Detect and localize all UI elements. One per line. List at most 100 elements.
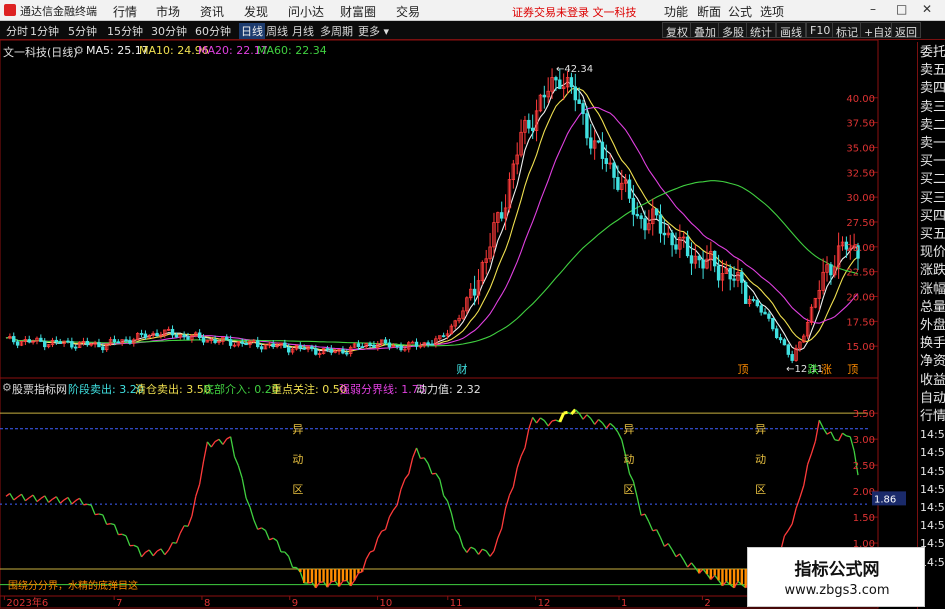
tab-daily[interactable]: 日线: [239, 23, 265, 39]
sidebar-item[interactable]: 14:50: [920, 483, 945, 497]
sidebar-item[interactable]: 外盘: [920, 319, 945, 333]
sidebar-item[interactable]: 14:50: [920, 519, 945, 533]
sidebar-item[interactable]: 涨幅: [920, 282, 945, 297]
candle-body: [654, 208, 659, 216]
menu-jiaoyi[interactable]: 交易: [396, 3, 420, 20]
power-segment: [520, 447, 526, 457]
sidebar-item[interactable]: 卖三: [920, 100, 945, 115]
candle-body: [631, 197, 636, 215]
sidebar-item[interactable]: 14:50: [920, 501, 945, 515]
candle-body: [616, 177, 620, 190]
menu-wenxiaoda[interactable]: 问小达: [288, 3, 324, 20]
power-segment: [168, 542, 174, 551]
minimize-button[interactable]: –: [870, 2, 876, 16]
sidebar-item[interactable]: 买三: [920, 191, 945, 206]
sidebar-item[interactable]: 卖一: [920, 137, 945, 151]
sidebar-item[interactable]: 卖五: [920, 64, 945, 78]
tab-multi-period[interactable]: 多周期: [320, 23, 353, 39]
candle-body: [15, 341, 20, 346]
sidebar-item[interactable]: 卖二: [920, 118, 945, 133]
sidebar-item[interactable]: 14:50: [920, 465, 945, 479]
tab-5min[interactable]: 5分钟: [68, 23, 97, 39]
power-segment: [648, 521, 654, 532]
power-segment: [9, 493, 15, 501]
power-segment: [373, 537, 379, 551]
indicator-settings-icon[interactable]: ⚙: [2, 381, 12, 394]
sidebar-item[interactable]: 买一: [920, 155, 945, 169]
menu-gongshi[interactable]: 公式: [728, 3, 752, 20]
sidebar-item[interactable]: 委托: [920, 46, 945, 60]
power-segment: [137, 546, 143, 558]
candle-body: [174, 334, 179, 338]
date-label: 10: [380, 598, 393, 609]
tab-monthly[interactable]: 月线: [292, 23, 314, 39]
sidebar-item[interactable]: 买五: [920, 228, 945, 242]
fuquan-button[interactable]: 复权: [662, 22, 692, 39]
draw-line-button[interactable]: 画线: [776, 22, 806, 39]
sidebar-item[interactable]: 总量: [920, 300, 945, 315]
power-segment: [558, 412, 566, 423]
sidebar-item[interactable]: 收益: [920, 373, 945, 388]
sidebar-item[interactable]: 自动: [920, 391, 945, 406]
power-segment: [423, 457, 429, 464]
sidebar-item[interactable]: 涨跌: [920, 264, 945, 278]
sidebar-item[interactable]: 行情: [920, 410, 945, 424]
power-segment: [288, 556, 294, 568]
candle-body: [441, 335, 446, 338]
tab-more[interactable]: 更多 ▾: [358, 23, 389, 39]
power-segment: [148, 549, 154, 557]
tab-60min[interactable]: 60分钟: [195, 23, 231, 39]
back-button[interactable]: 返回: [891, 22, 921, 39]
kline-chart[interactable]: 40.0037.5035.0032.5030.0027.5025.0022.50…: [0, 40, 917, 609]
statistics-button[interactable]: 统计: [746, 22, 776, 39]
power-segment: [601, 422, 607, 429]
sidebar-item[interactable]: 14:50: [920, 446, 945, 460]
sidebar-item[interactable]: 买四: [920, 209, 945, 224]
menu-duanmian[interactable]: 断面: [697, 3, 721, 20]
tab-1min[interactable]: 1分钟: [30, 23, 59, 39]
sidebar-item[interactable]: 14:50: [920, 428, 945, 442]
sidebar-item[interactable]: 净资: [920, 355, 945, 369]
f10-button[interactable]: F10: [806, 22, 835, 38]
bottom-bar: [736, 569, 740, 582]
tab-weekly[interactable]: 周线: [266, 23, 288, 39]
bottom-bar: [299, 569, 302, 573]
tab-15min[interactable]: 15分钟: [107, 23, 143, 39]
power-segment: [826, 431, 832, 435]
power-segment: [214, 438, 220, 443]
power-segment: [361, 558, 367, 572]
menu-xuanxiang[interactable]: 选项: [760, 3, 784, 20]
candle-body: [612, 162, 616, 178]
menu-hangqing[interactable]: 行情: [113, 3, 137, 20]
sidebar-item[interactable]: 买二: [920, 173, 945, 187]
bottom-bar: [341, 569, 345, 581]
menu-faxian[interactable]: 发现: [244, 3, 268, 20]
power-segment: [36, 497, 42, 503]
main-ytick-label: 32.50: [846, 168, 875, 179]
multi-stock-button[interactable]: 多股: [718, 22, 748, 39]
menu-gongneng[interactable]: 功能: [664, 3, 688, 20]
login-notice[interactable]: 证券交易未登录 文一科技: [512, 4, 637, 20]
mark-button[interactable]: 标记: [832, 22, 862, 39]
tab-30min[interactable]: 30分钟: [151, 23, 187, 39]
candle-body: [170, 328, 175, 336]
candle-body: [302, 347, 306, 350]
power-segment: [598, 419, 603, 424]
settings-gear-icon[interactable]: ⚙: [74, 44, 84, 57]
overlay-button[interactable]: 叠加: [690, 22, 720, 39]
power-segment: [489, 550, 495, 557]
power-segment: [842, 432, 847, 437]
maximize-button[interactable]: □: [896, 2, 907, 16]
candlesticks: [8, 68, 860, 364]
sidebar-item[interactable]: 卖四: [920, 82, 945, 96]
menu-shichang[interactable]: 市场: [156, 3, 180, 20]
sidebar-item[interactable]: 现价: [920, 246, 945, 260]
power-segment: [427, 463, 433, 475]
tab-fenshi[interactable]: 分时: [6, 23, 28, 39]
menu-caifuquan[interactable]: 财富圈: [340, 3, 376, 20]
menu-zixun[interactable]: 资讯: [200, 3, 224, 20]
close-button[interactable]: ✕: [922, 2, 932, 16]
date-label: 11: [450, 598, 463, 609]
candle-body: [143, 333, 148, 338]
sidebar-item[interactable]: 换手: [920, 337, 945, 351]
